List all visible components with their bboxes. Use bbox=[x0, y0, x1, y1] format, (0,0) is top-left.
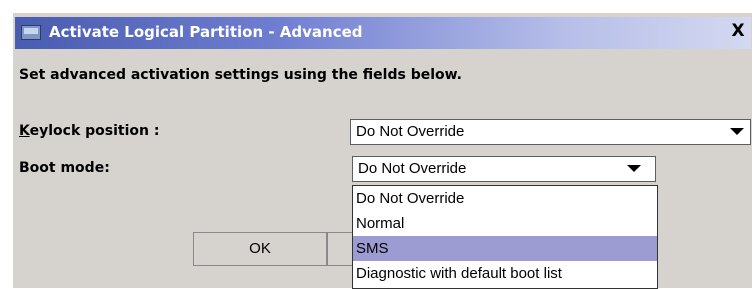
window-title: Activate Logical Partition - Advanced bbox=[49, 23, 363, 41]
ok-button[interactable]: OK bbox=[193, 232, 327, 266]
keylock-label-rest: eylock position : bbox=[29, 123, 160, 139]
close-button[interactable]: X bbox=[729, 21, 747, 41]
boot-mode-label: Boot mode: bbox=[19, 160, 110, 176]
boot-mode-dropdown-list: Do Not Override Normal SMS Diagnostic wi… bbox=[352, 185, 658, 289]
boot-mode-selected-value: Do Not Override bbox=[358, 160, 467, 177]
boot-mode-select[interactable]: Do Not Override bbox=[352, 156, 656, 182]
dropdown-option[interactable]: Normal bbox=[353, 211, 657, 236]
dialog-window: Activate Logical Partition - Advanced X … bbox=[12, 12, 752, 289]
title-bar[interactable]: Activate Logical Partition - Advanced X bbox=[15, 17, 751, 49]
keylock-selected-value: Do Not Override bbox=[356, 123, 465, 140]
dropdown-option[interactable]: Do Not Override bbox=[353, 186, 657, 211]
dropdown-option[interactable]: Diagnostic with default boot list bbox=[353, 261, 657, 286]
keylock-mnemonic: K bbox=[19, 123, 30, 139]
keylock-position-select[interactable]: Do Not Override bbox=[350, 119, 751, 145]
chevron-down-icon[interactable] bbox=[627, 165, 641, 172]
monitor-icon bbox=[21, 25, 41, 40]
chevron-down-icon[interactable] bbox=[730, 128, 744, 135]
instructions-text: Set advanced activation settings using t… bbox=[19, 67, 462, 83]
dropdown-option-highlighted[interactable]: SMS bbox=[353, 236, 657, 261]
keylock-label: Keylock position : bbox=[19, 123, 159, 139]
